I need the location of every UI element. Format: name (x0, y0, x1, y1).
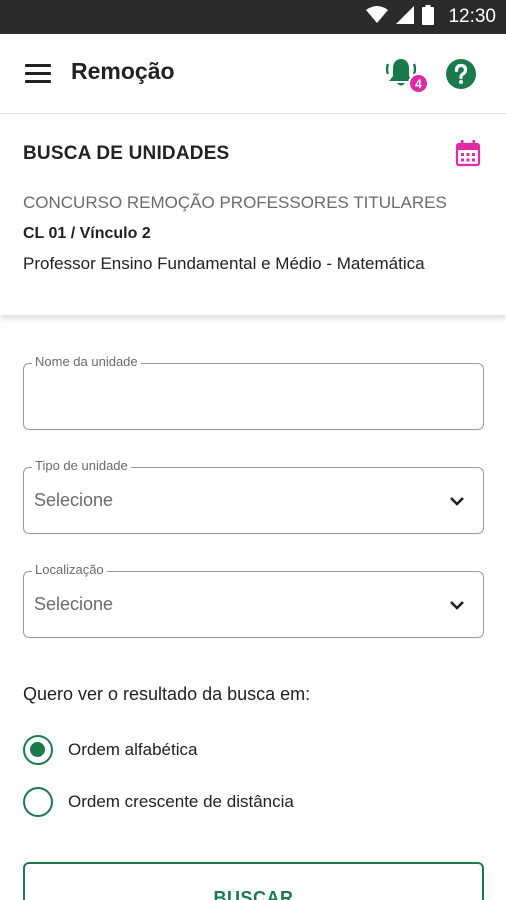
result-order-question: Quero ver o resultado da busca em: (23, 684, 311, 704)
radio-dot (30, 742, 45, 757)
unit-type-select[interactable]: Tipo de unidade Selecione (23, 458, 484, 534)
radio-distance[interactable]: Ordem crescente de distância (23, 786, 294, 818)
radio-distance-label: Ordem crescente de distância (68, 792, 294, 811)
signal-icon (396, 5, 415, 29)
battery-icon (422, 4, 435, 30)
wifi-icon (366, 5, 389, 29)
unit-name-label: Nome da unidade (32, 354, 141, 369)
bond-label: CL 01 / Vínculo 2 (23, 225, 151, 242)
unit-name-field[interactable]: Nome da unidade (23, 354, 484, 430)
notifications-button[interactable]: 4 (384, 56, 430, 96)
radio-alphabetical-label: Ordem alfabética (68, 740, 198, 759)
position-description: Professor Ensino Fundamental e Médio - M… (23, 254, 425, 273)
status-time: 12:30 (448, 6, 496, 27)
radio-button[interactable] (23, 787, 53, 817)
calendar-button[interactable] (454, 139, 482, 167)
search-button[interactable]: BUSCAR (23, 862, 484, 900)
unit-type-value: Selecione (34, 490, 114, 510)
location-label: Localização (32, 562, 107, 577)
chevron-down-icon (447, 491, 467, 511)
radio-alphabetical[interactable]: Ordem alfabética (23, 734, 197, 766)
contest-name: CONCURSO REMOÇÃO PROFESSORES TITULARES (23, 193, 447, 212)
chevron-down-icon (447, 595, 467, 615)
status-bar: 12:30 (0, 0, 506, 34)
card-title: BUSCA DE UNIDADES (23, 143, 230, 164)
menu-button[interactable] (22, 62, 54, 86)
help-icon (445, 59, 477, 94)
unit-name-input[interactable] (34, 378, 474, 414)
info-card: BUSCA DE UNIDADES CONCURSO REMOÇÃO PROFE… (0, 115, 506, 315)
status-icons: 12:30 (366, 0, 496, 34)
notification-badge: 4 (408, 73, 429, 94)
radio-button-selected[interactable] (23, 735, 53, 765)
app-bar: Remoção 4 (0, 34, 506, 114)
help-button[interactable] (445, 58, 477, 90)
calendar-icon (454, 140, 482, 171)
page-title: Remoção (71, 58, 175, 84)
location-select[interactable]: Localização Selecione (23, 562, 484, 638)
unit-type-label: Tipo de unidade (32, 458, 131, 473)
location-value: Selecione (34, 594, 114, 614)
